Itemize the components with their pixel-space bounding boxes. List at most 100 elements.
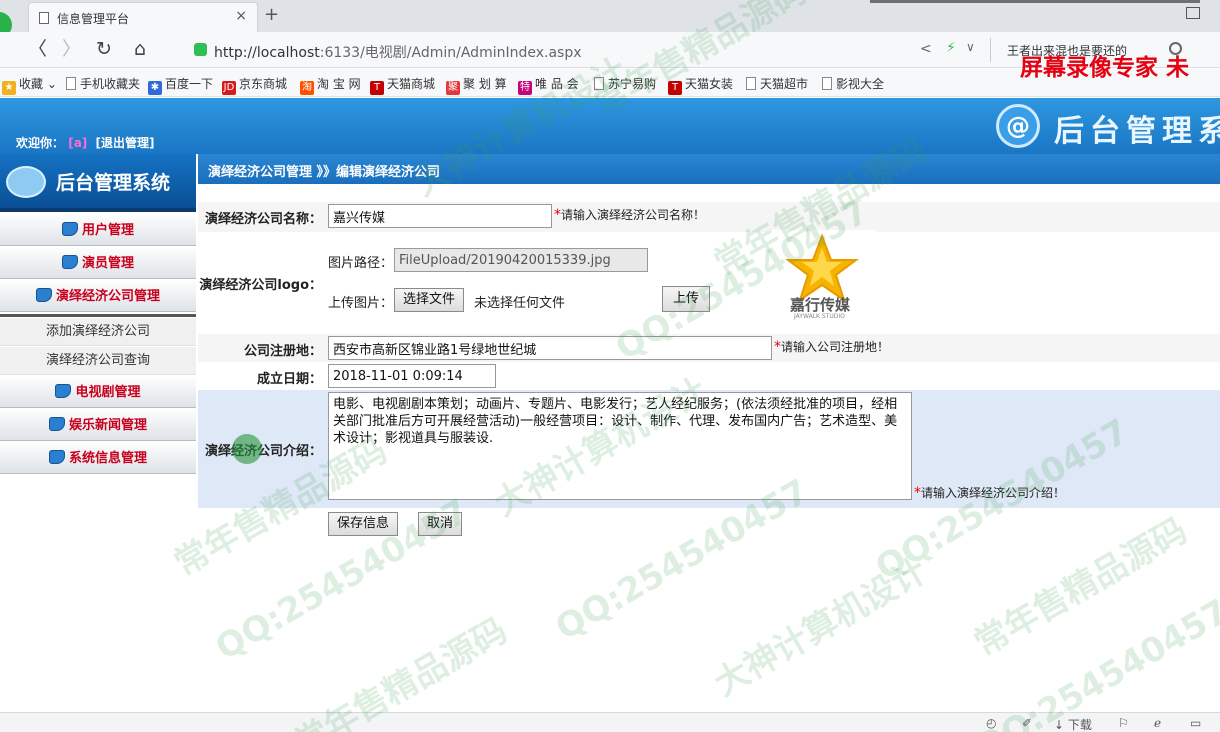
tab-close-icon[interactable]: × xyxy=(235,8,247,24)
main-panel: 演绎经济公司管理 》》编辑演绎经济公司 演绎经济公司名称： *请输入演绎经济公司… xyxy=(198,154,1220,554)
forward-icon[interactable]: 〉 xyxy=(62,39,81,59)
url-input[interactable]: http://localhost:6133/电视剧/Admin/AdminInd… xyxy=(214,42,582,62)
menu-icon xyxy=(61,222,78,236)
no-file-text: 未选择任何文件 xyxy=(474,296,566,311)
bookmark-jd[interactable]: JD 京东商城 xyxy=(222,75,287,95)
submenu-add-agency[interactable]: 添加演绎经济公司 xyxy=(0,318,196,346)
juhuasuan-icon: 聚 xyxy=(446,81,460,95)
upload-label: 上传图片： xyxy=(328,296,394,311)
bookmark-juhuasuan[interactable]: 聚聚 划 算 xyxy=(446,75,507,95)
bookmark-label: 影视大全 xyxy=(836,77,885,91)
download-icon[interactable]: ↓ 下载 xyxy=(1054,716,1092,732)
name-label: 演绎经济公司名称： xyxy=(204,212,322,227)
security-shield-icon[interactable] xyxy=(194,43,207,56)
sidebar: 后台管理系统 用户管理 演员管理 演绎经济公司管理 添加演绎经济公司 演绎经济公… xyxy=(0,154,196,484)
bookmark-tmall-market[interactable]: 天猫超市 xyxy=(746,75,808,92)
upload-button[interactable]: 上传 xyxy=(662,286,710,312)
date-row: 成立日期： xyxy=(198,362,1220,390)
tmall-icon: T xyxy=(370,81,384,95)
name-hint: *请输入演绎经济公司名称！ xyxy=(554,206,705,223)
menu-news-management[interactable]: 娱乐新闻管理 xyxy=(0,409,196,441)
breadcrumb: 演绎经济公司管理 》》编辑演绎经济公司 xyxy=(208,165,441,180)
menu-label: 演绎经济公司管理 xyxy=(55,289,160,304)
submenu-query-agency[interactable]: 演绎经济公司查询 xyxy=(0,347,196,375)
menu-icon xyxy=(48,450,65,464)
url-host: http://localhost xyxy=(214,45,320,61)
bookmark-vip[interactable]: 特唯 品 会 xyxy=(518,75,579,95)
lightning-icon[interactable]: ⚡ xyxy=(946,40,956,56)
bookmark-label: 天猫商城 xyxy=(387,77,436,91)
paw-icon: ✱ xyxy=(148,81,162,95)
menu-tv-management[interactable]: 电视剧管理 xyxy=(0,376,196,408)
required-star: * xyxy=(914,485,921,501)
taobao-icon: 淘 xyxy=(300,81,314,95)
home-icon[interactable]: ⌂ xyxy=(134,39,146,59)
url-path: :6133/电视剧/Admin/AdminIndex.aspx xyxy=(319,45,582,61)
bookmark-tmall-women[interactable]: T 天猫女装 xyxy=(668,75,733,95)
window-restore-icon[interactable] xyxy=(1186,7,1200,19)
menu-user-management[interactable]: 用户管理 xyxy=(0,214,196,246)
browser-tab-bar: 信息管理平台 × + xyxy=(0,0,1220,38)
flag-icon[interactable]: ⚐ xyxy=(1118,716,1129,730)
intro-textarea[interactable]: 电影、电视剧剧本策划；动画片、专题片、电影发行；艺人经纪服务；(依法须经批准的项… xyxy=(328,392,912,500)
pin-icon[interactable]: ✐ xyxy=(1022,716,1032,730)
bookmark-video[interactable]: 影视大全 xyxy=(822,75,884,92)
name-row: 演绎经济公司名称： *请输入演绎经济公司名称！ xyxy=(198,202,1220,232)
hint-text: 请输入演绎经济公司介绍！ xyxy=(921,486,1066,500)
menu-icon xyxy=(55,384,72,398)
reg-input[interactable] xyxy=(328,336,772,360)
save-button[interactable]: 保存信息 xyxy=(328,512,399,536)
browser-tab[interactable]: 信息管理平台 × xyxy=(28,2,258,32)
bookmark-taobao[interactable]: 淘淘 宝 网 xyxy=(300,75,361,95)
bookmark-mobile[interactable]: 手机收藏夹 xyxy=(66,75,140,92)
path-label: 图片路径： xyxy=(328,256,394,271)
window-icon[interactable]: ▭ xyxy=(1190,716,1201,730)
choose-file-button[interactable]: 选择文件 xyxy=(394,288,465,312)
page-icon xyxy=(39,12,49,24)
menu-icon xyxy=(48,417,65,431)
reg-row: 公司注册地： *请输入公司注册地！ xyxy=(198,334,1220,362)
bookmark-label: 唯 品 会 xyxy=(535,77,579,91)
jd-icon: JD xyxy=(222,81,236,95)
hint-text: 请输入演绎经济公司名称！ xyxy=(561,208,706,222)
sidebar-logo-title: 后台管理系统 xyxy=(56,172,171,194)
download-label: 下载 xyxy=(1067,718,1092,732)
bookmark-label: 天猫女装 xyxy=(685,77,734,91)
cancel-button[interactable]: 取消 xyxy=(418,512,463,536)
menu-label: 用户管理 xyxy=(81,223,134,238)
speed-icon[interactable]: ◴ xyxy=(986,716,996,730)
date-label: 成立日期： xyxy=(256,372,322,387)
bookmark-label: 百度一下 xyxy=(165,77,214,91)
app-header: 欢迎你： [a] [退出管理] @ 后台管理系 xyxy=(0,98,1220,154)
bookmark-favorites[interactable]: ★ 收藏 ⌄ xyxy=(2,75,57,95)
bookmark-baidu[interactable]: ✱ 百度一下 xyxy=(148,75,213,95)
new-tab-icon[interactable]: + xyxy=(264,4,279,25)
bookmark-label: 京东商城 xyxy=(239,77,288,91)
welcome-bar: 欢迎你： [a] [退出管理] xyxy=(16,134,154,151)
menu-actor-management[interactable]: 演员管理 xyxy=(0,247,196,279)
logout-link[interactable]: [退出管理] xyxy=(95,136,154,150)
menu-system-management[interactable]: 系统信息管理 xyxy=(0,442,196,474)
edge-icon[interactable]: ℯ xyxy=(1154,716,1161,730)
page-icon xyxy=(746,77,756,90)
bookmark-tmall[interactable]: T 天猫商城 xyxy=(370,75,435,95)
menu-icon xyxy=(61,255,78,269)
header-title: 后台管理系 xyxy=(1054,114,1220,149)
bookmark-suning[interactable]: 苏宁易购 xyxy=(594,75,656,92)
intro-hint: *请输入演绎经济公司介绍！ xyxy=(914,484,1065,501)
chevron-down-icon[interactable]: ∨ xyxy=(966,40,975,54)
recorder-watermark: 屏幕录像专家 未 xyxy=(1020,54,1190,81)
share-icon[interactable]: < xyxy=(920,41,932,57)
hint-text: 请输入公司注册地！ xyxy=(781,340,890,354)
path-input[interactable] xyxy=(394,248,648,272)
date-input[interactable] xyxy=(328,364,496,388)
watermark: 大神计算机设计 xyxy=(707,550,934,705)
current-user: [a] xyxy=(68,136,88,150)
name-input[interactable] xyxy=(328,204,552,228)
bookmark-label: 聚 划 算 xyxy=(463,77,507,91)
menu-agency-management[interactable]: 演绎经济公司管理 xyxy=(0,280,196,312)
refresh-icon[interactable]: ↻ xyxy=(96,39,112,59)
back-icon[interactable]: 〈 xyxy=(28,39,47,59)
header-logo-icon: @ xyxy=(996,104,1040,148)
bookmark-label: 收藏 xyxy=(19,77,44,91)
